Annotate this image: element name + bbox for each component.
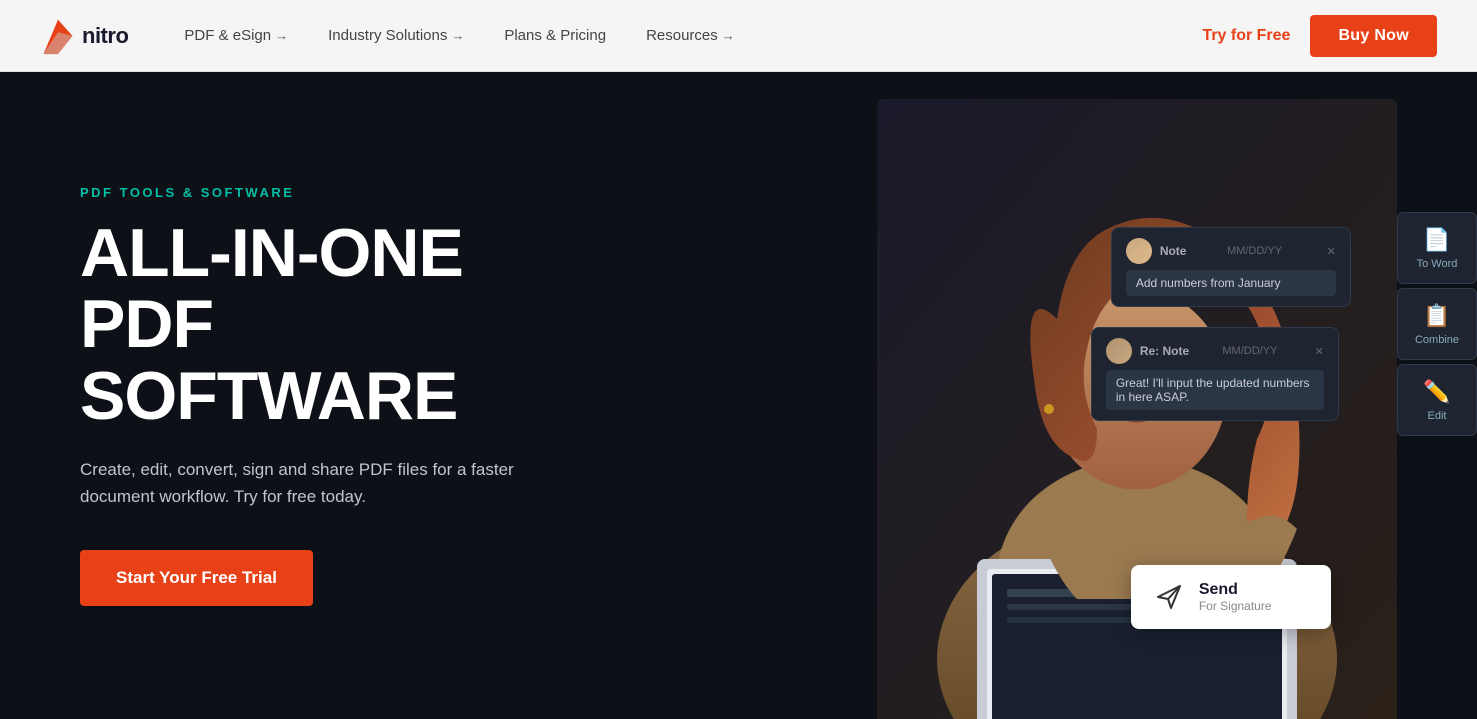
hero-content: PDF TOOLS & SOFTWARE ALL-IN-ONE PDF SOFT…: [0, 125, 600, 667]
hero-section: PDF TOOLS & SOFTWARE ALL-IN-ONE PDF SOFT…: [0, 72, 1477, 719]
hero-description: Create, edit, convert, sign and share PD…: [80, 456, 520, 510]
note1-body: Add numbers from January: [1126, 270, 1336, 296]
logo-text: nitro: [82, 23, 128, 49]
hero-visual: Note MM/DD/YY ✕ Add numbers from January…: [591, 72, 1477, 719]
send-text: Send For Signature: [1199, 581, 1272, 613]
combine-icon: 📋: [1423, 303, 1450, 329]
buy-now-button[interactable]: Buy Now: [1310, 15, 1437, 57]
nav-item-pdf-esign[interactable]: PDF & eSign →: [168, 19, 304, 52]
hero-title: ALL-IN-ONE PDF SOFTWARE: [80, 218, 520, 432]
tool-btn-edit[interactable]: ✏️ Edit: [1397, 364, 1477, 436]
note1-close[interactable]: ✕: [1327, 245, 1336, 258]
card-title-row-1: Note MM/DD/YY ✕: [1160, 244, 1336, 258]
tool-btn-to-word[interactable]: 📄 To Word: [1397, 212, 1477, 284]
note-card-1: Note MM/DD/YY ✕ Add numbers from January: [1111, 227, 1351, 307]
avatar-2: [1106, 338, 1132, 364]
nitro-logo-icon: [40, 16, 76, 56]
edit-label: Edit: [1428, 410, 1447, 422]
note2-date: MM/DD/YY: [1222, 345, 1277, 357]
note1-date: MM/DD/YY: [1227, 245, 1282, 257]
logo[interactable]: nitro: [40, 16, 128, 56]
combine-label: Combine: [1415, 334, 1459, 346]
nav-arrow-industry: →: [451, 28, 464, 43]
navbar: nitro PDF & eSign → Industry Solutions →…: [0, 0, 1477, 72]
note2-close[interactable]: ✕: [1315, 345, 1324, 358]
send-subtitle: For Signature: [1199, 599, 1272, 613]
card-header-1: Note MM/DD/YY ✕: [1126, 238, 1336, 264]
note-card-2: Re: Note MM/DD/YY ✕ Great! I'll input th…: [1091, 327, 1339, 421]
card-title-row-2: Re: Note MM/DD/YY ✕: [1140, 344, 1324, 358]
tool-btn-combine[interactable]: 📋 Combine: [1397, 288, 1477, 360]
send-title: Send: [1199, 581, 1272, 599]
nav-item-industry[interactable]: Industry Solutions →: [312, 19, 480, 52]
nav-item-plans[interactable]: Plans & Pricing: [488, 19, 622, 52]
tool-buttons: 📄 To Word 📋 Combine ✏️ Edit: [1397, 212, 1477, 436]
nav-links: PDF & eSign → Industry Solutions → Plans…: [168, 19, 1202, 52]
send-icon: [1151, 579, 1187, 615]
edit-icon: ✏️: [1423, 379, 1450, 405]
nav-arrow-resources: →: [722, 28, 735, 43]
note2-body: Great! I'll input the updated numbers in…: [1106, 370, 1324, 410]
to-word-icon: 📄: [1423, 227, 1450, 253]
to-word-label: To Word: [1417, 258, 1458, 270]
try-free-link[interactable]: Try for Free: [1202, 27, 1290, 45]
hero-tag: PDF TOOLS & SOFTWARE: [80, 185, 520, 200]
avatar-1: [1126, 238, 1152, 264]
nav-right: Try for Free Buy Now: [1202, 15, 1437, 57]
note1-label: Note: [1160, 244, 1187, 258]
note2-label: Re: Note: [1140, 344, 1189, 358]
start-trial-button[interactable]: Start Your Free Trial: [80, 550, 313, 606]
card-header-2: Re: Note MM/DD/YY ✕: [1106, 338, 1324, 364]
nav-item-resources[interactable]: Resources →: [630, 19, 751, 52]
nav-arrow-pdf: →: [275, 28, 288, 43]
send-card[interactable]: Send For Signature: [1131, 565, 1331, 629]
